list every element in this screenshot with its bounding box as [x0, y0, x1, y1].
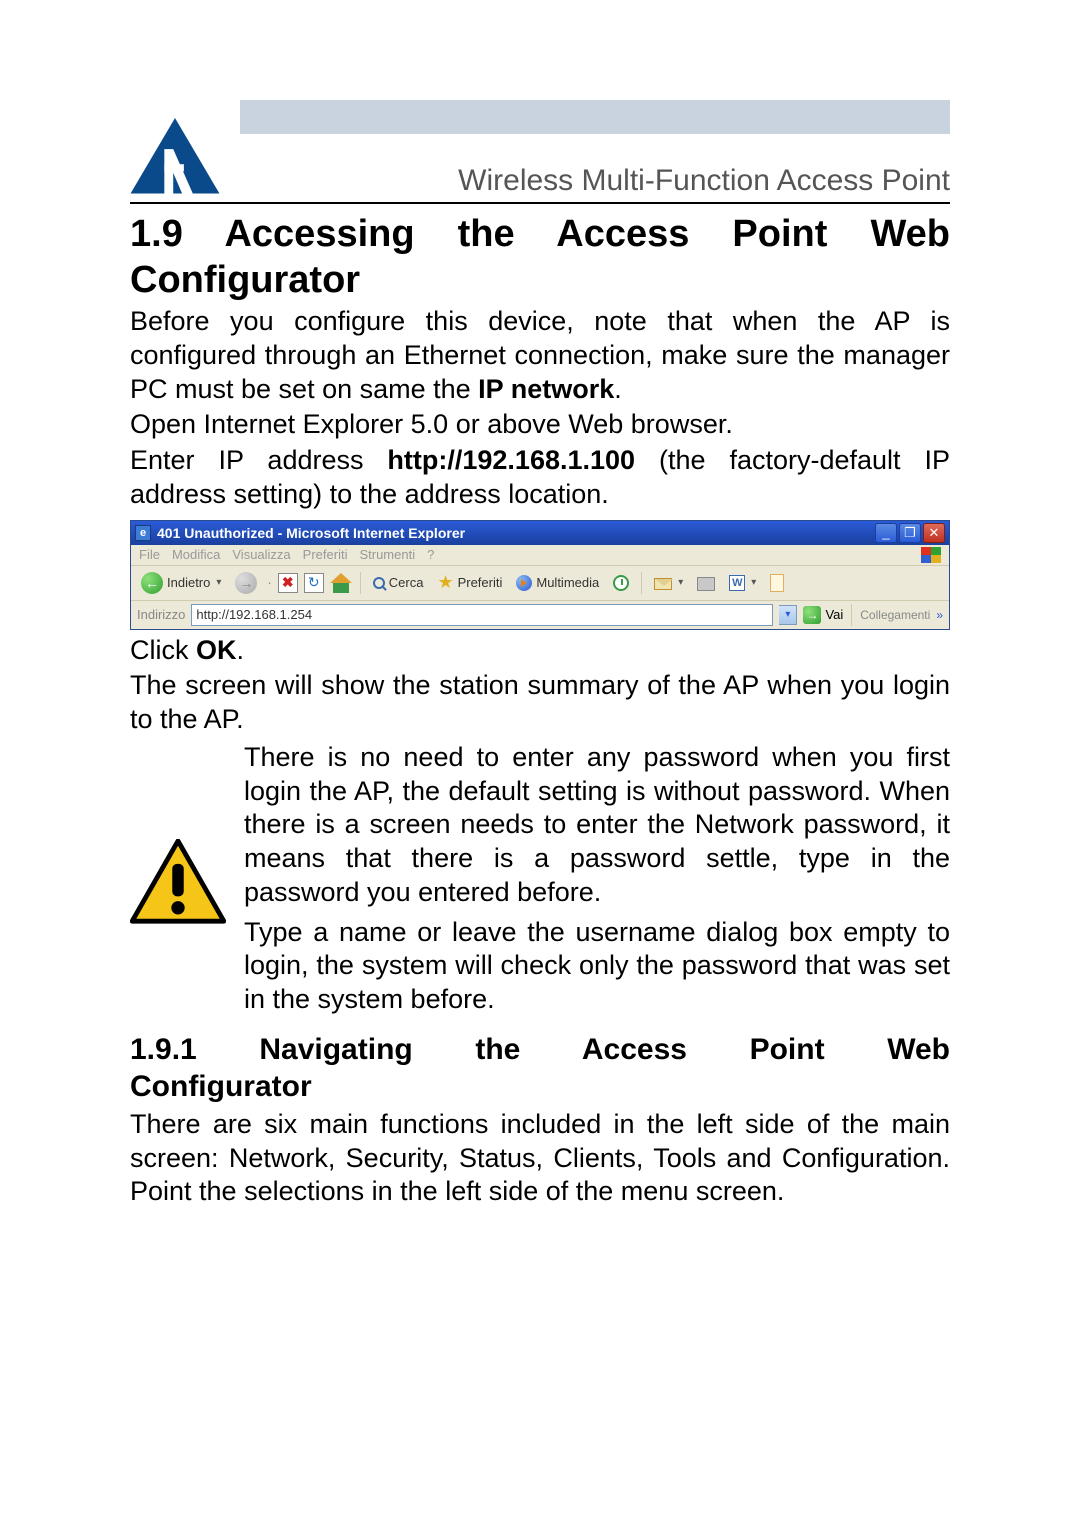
ie-address-bar: Indirizzo http://192.168.1.254 ▾ → Vai C… [131, 601, 949, 629]
ie-menubar: File Modifica Visualizza Preferiti Strum… [131, 545, 949, 566]
menu-tools[interactable]: Strumenti [359, 547, 415, 562]
subsection-heading-l1: 1.9.1 Navigating the Access Point Web [130, 1031, 950, 1069]
intro-para-3-bold: http://192.168.1.100 [387, 445, 635, 475]
address-input[interactable]: http://192.168.1.254 [191, 604, 773, 626]
intro-para-1: Before you configure this device, note t… [130, 305, 950, 406]
minimize-button[interactable]: _ [875, 523, 897, 543]
header-decorative-bar [240, 100, 950, 134]
discuss-button[interactable] [766, 572, 788, 594]
chevron-down-icon: ▾ [751, 577, 756, 588]
edit-button[interactable]: W ▾ [725, 573, 760, 593]
windows-flag-icon [921, 547, 941, 563]
warning-para-1: There is no need to enter any password w… [244, 741, 950, 910]
media-icon [516, 575, 532, 591]
back-icon: ← [141, 572, 163, 594]
addrbar-separator [851, 604, 852, 626]
menu-favorites[interactable]: Preferiti [303, 547, 348, 562]
warning-block: There is no need to enter any password w… [130, 741, 950, 1023]
header-title-wrap: Wireless Multi-Function Access Point [240, 100, 950, 198]
address-label: Indirizzo [137, 607, 185, 622]
ie-app-icon: e [135, 525, 151, 541]
menu-file[interactable]: File [139, 547, 160, 562]
subsection-heading: 1.9.1 Navigating the Access Point Web Co… [130, 1031, 950, 1106]
search-icon [373, 577, 385, 589]
section-heading-line1: 1.9 Accessing the Access Point Web [130, 212, 950, 258]
after-click-para: The screen will show the station summary… [130, 669, 950, 737]
maximize-button[interactable]: ❐ [899, 523, 921, 543]
home-button[interactable] [330, 573, 352, 593]
brand-logo [130, 118, 220, 198]
print-button[interactable] [693, 573, 719, 593]
page-icon [770, 574, 784, 592]
toolbar-separator-2 [641, 572, 642, 594]
chevron-right-icon[interactable]: » [936, 608, 943, 622]
history-icon [613, 575, 629, 591]
address-value: http://192.168.1.254 [196, 607, 312, 622]
intro-para-1-post: . [614, 374, 622, 404]
click-ok-pre: Click [130, 635, 196, 665]
go-arrow-icon: → [803, 606, 821, 624]
multimedia-button[interactable]: Multimedia [512, 573, 603, 593]
document-page: Wireless Multi-Function Access Point 1.9… [0, 0, 1080, 1528]
go-label: Vai [825, 607, 843, 622]
back-label: Indietro [167, 575, 210, 590]
chevron-down-icon: ▾ [216, 577, 221, 588]
word-icon: W [729, 575, 745, 591]
ie-window-controls: _ ❐ ✕ [875, 523, 945, 543]
search-label: Cerca [389, 575, 424, 590]
intro-para-3: Enter IP address http://192.168.1.100 (t… [130, 444, 950, 512]
back-button[interactable]: ← Indietro ▾ [137, 570, 225, 596]
menu-help[interactable]: ? [427, 547, 434, 562]
multimedia-label: Multimedia [536, 575, 599, 590]
intro-para-1-bold: IP network [478, 374, 614, 404]
click-ok-bold: OK [196, 635, 237, 665]
address-dropdown-button[interactable]: ▾ [779, 605, 797, 625]
section-heading: 1.9 Accessing the Access Point Web Confi… [130, 212, 950, 303]
click-ok-line: Click OK. [130, 634, 950, 668]
menu-edit[interactable]: Modifica [172, 547, 220, 562]
click-ok-post: . [237, 635, 245, 665]
intro-para-2: Open Internet Explorer 5.0 or above Web … [130, 408, 950, 442]
print-icon [697, 577, 715, 591]
chevron-down-icon: ▾ [678, 577, 683, 588]
header-subtitle: Wireless Multi-Function Access Point [240, 164, 950, 198]
warning-para-2: Type a name or leave the username dialog… [244, 916, 950, 1017]
subsection-para: There are six main functions included in… [130, 1108, 950, 1209]
warning-text: There is no need to enter any password w… [244, 741, 950, 1023]
stop-button[interactable]: ✖ [278, 573, 298, 593]
favorites-button[interactable]: ★ Preferiti [433, 570, 506, 595]
ie-screenshot: e 401 Unauthorized - Microsoft Internet … [130, 520, 950, 630]
mail-button[interactable]: ▾ [650, 573, 687, 592]
favorites-label: Preferiti [458, 575, 503, 590]
star-icon: ★ [437, 572, 453, 593]
search-button[interactable]: Cerca [369, 573, 428, 592]
history-button[interactable] [609, 573, 633, 593]
forward-button[interactable]: → [231, 570, 261, 596]
mail-icon [654, 578, 672, 590]
toolbar-dash: · [267, 575, 271, 590]
ie-window-title: 401 Unauthorized - Microsoft Internet Ex… [157, 525, 875, 541]
toolbar-separator [360, 572, 361, 594]
ie-toolbar: ← Indietro ▾ → · ✖ ↻ Cerca ★ Preferiti [131, 566, 949, 601]
ie-titlebar: e 401 Unauthorized - Microsoft Internet … [131, 521, 949, 545]
go-button[interactable]: → Vai [803, 606, 843, 624]
intro-para-3-pre: Enter IP address [130, 445, 387, 475]
links-label[interactable]: Collegamenti [860, 608, 930, 622]
page-header: Wireless Multi-Function Access Point [130, 100, 950, 204]
refresh-button[interactable]: ↻ [304, 573, 324, 593]
subsection-heading-l2: Configurator [130, 1068, 950, 1106]
warning-icon [130, 839, 226, 925]
section-heading-line2: Configurator [130, 258, 950, 304]
forward-icon: → [235, 572, 257, 594]
close-button[interactable]: ✕ [923, 523, 945, 543]
menu-view[interactable]: Visualizza [232, 547, 290, 562]
